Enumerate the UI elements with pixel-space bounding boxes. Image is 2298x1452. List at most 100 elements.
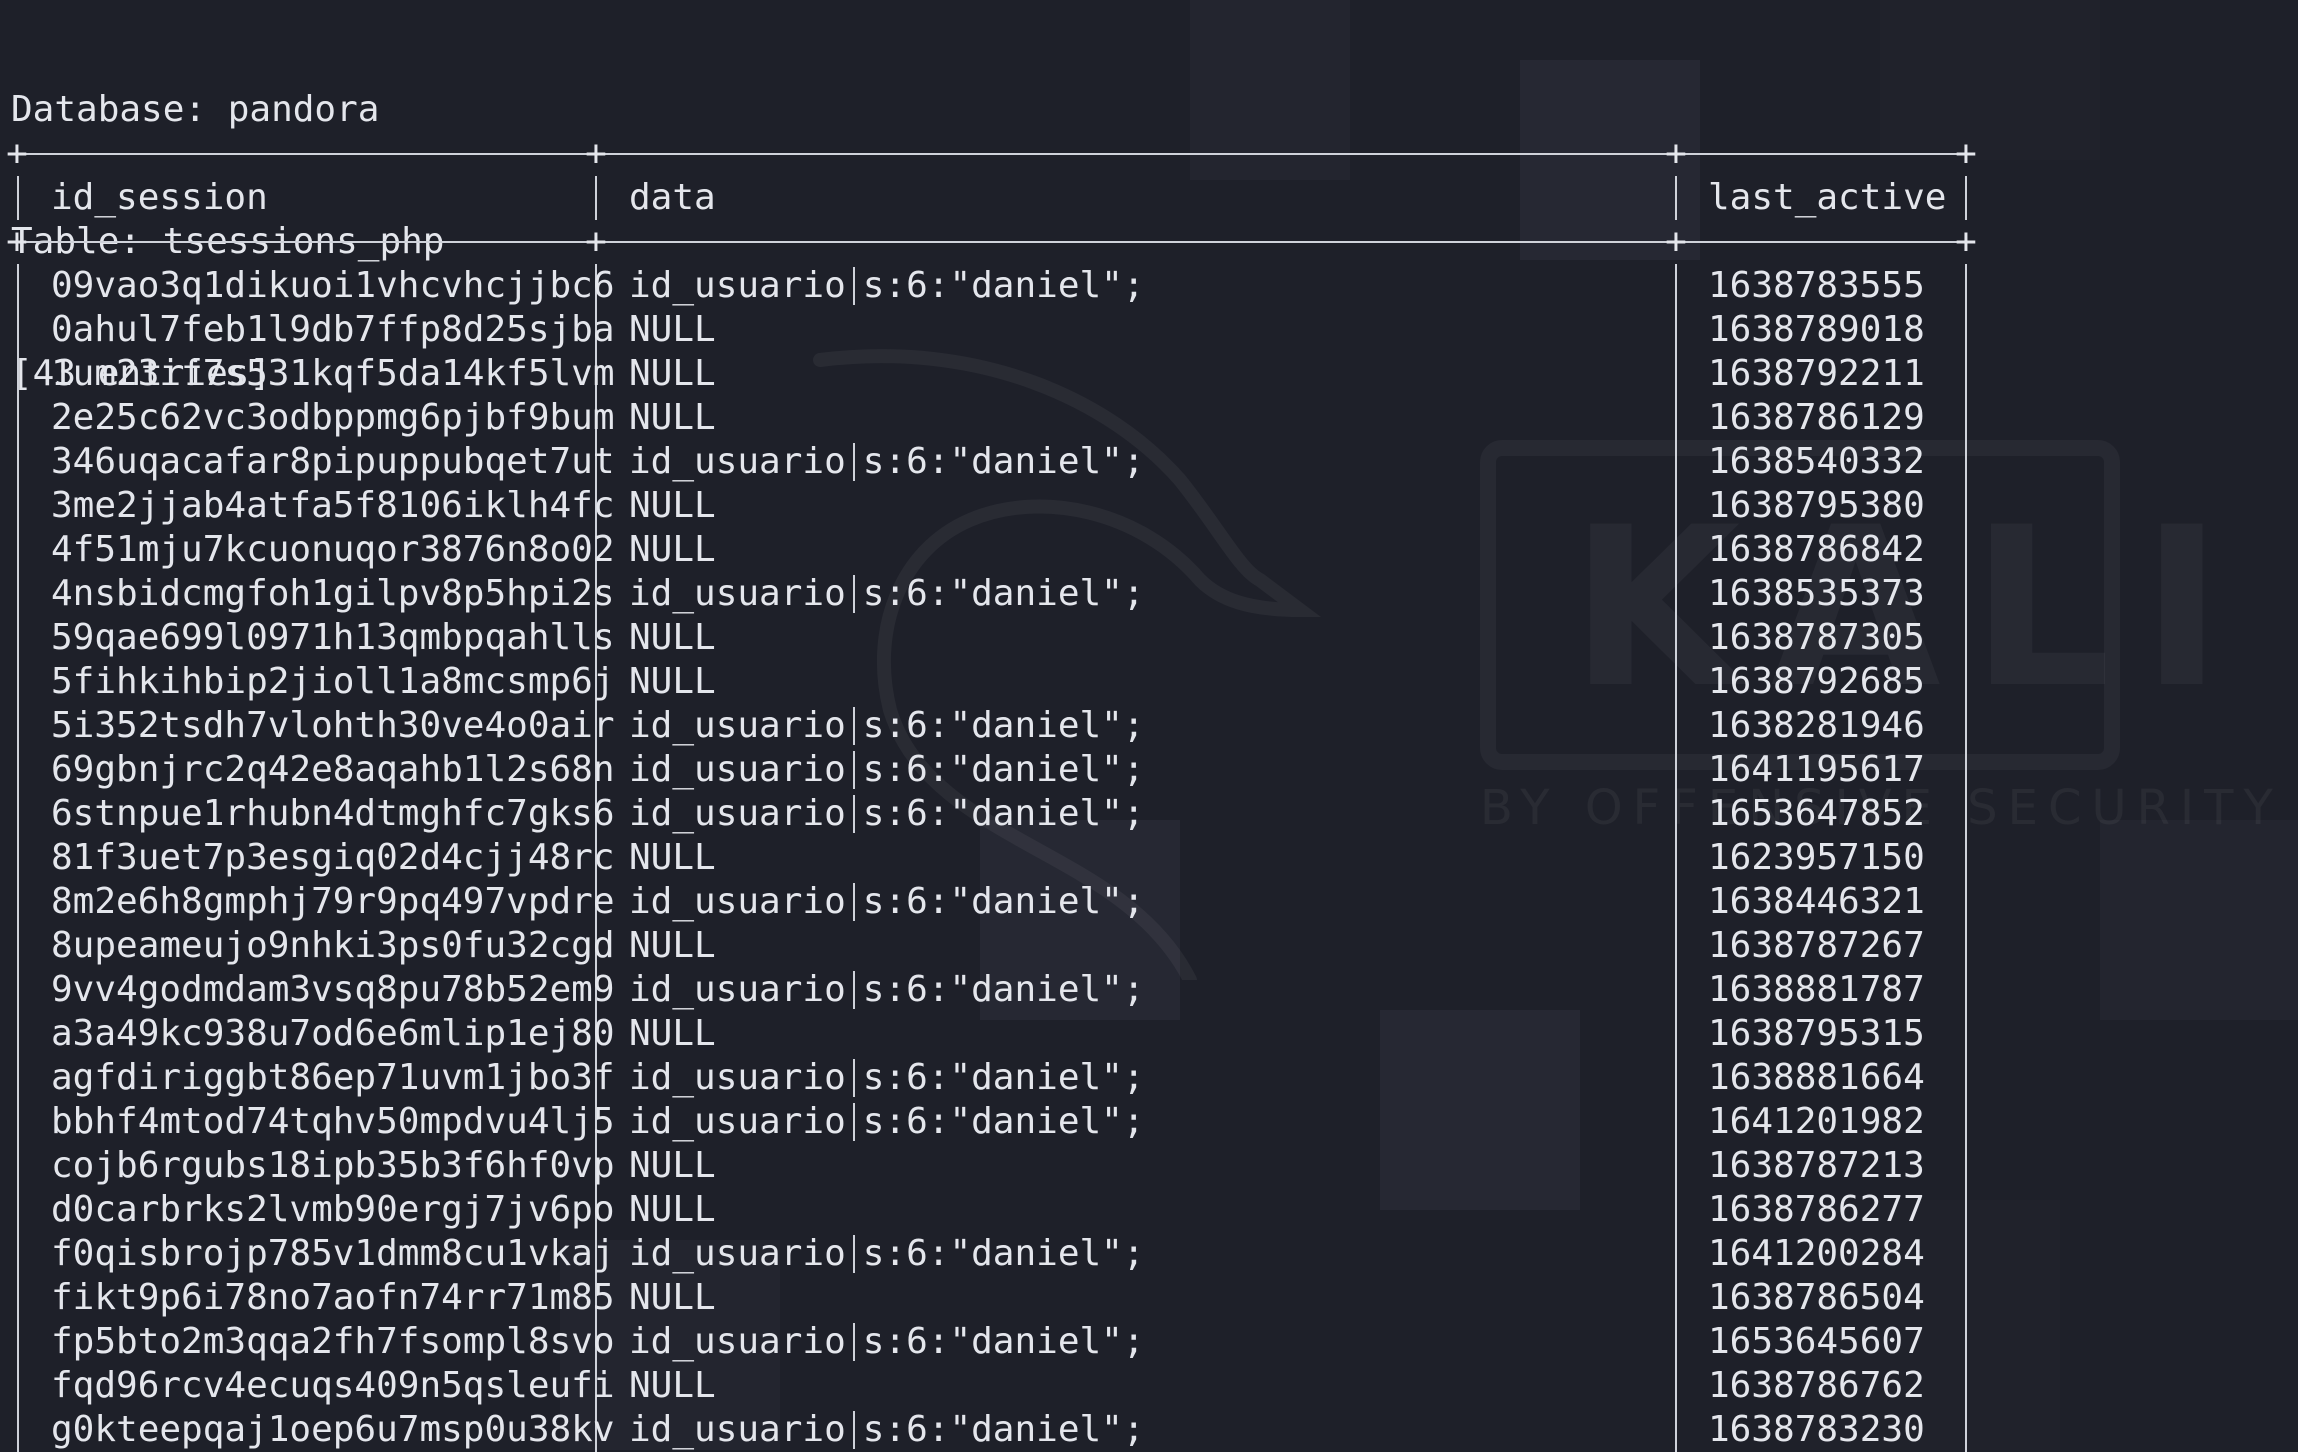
data-value: NULL (629, 485, 716, 526)
data-key: id_usuario (629, 441, 846, 482)
data-value: NULL (629, 1145, 716, 1186)
cell-id-session: 4nsbidcmgfoh1gilpv8p5hpi2s (51, 573, 615, 614)
cell-data: id_usuario s:6:"daniel"; (629, 440, 1145, 484)
cell-data: NULL (629, 484, 716, 528)
cell-data: NULL (629, 660, 716, 704)
cell-id-session: f0qisbrojp785v1dmm8cu1vkaj (51, 1233, 615, 1274)
data-value: s:6:"daniel"; (862, 749, 1145, 790)
data-value: NULL (629, 353, 716, 394)
cell-last-active: 1638786762 (1708, 1365, 1925, 1406)
pipe-separator (852, 883, 855, 921)
data-value: s:6:"daniel"; (862, 1409, 1145, 1450)
cell-data: id_usuario s:6:"daniel"; (629, 1408, 1145, 1452)
cell-last-active: 1641201982 (1708, 1101, 1925, 1142)
cell-data: NULL (629, 1276, 716, 1320)
data-value: s:6:"daniel"; (862, 573, 1145, 614)
pipe-separator (852, 1059, 855, 1097)
cell-last-active: 1653645607 (1708, 1321, 1925, 1362)
data-key: id_usuario (629, 881, 846, 922)
cell-id-session: 8m2e6h8gmphj79r9pq497vpdre (51, 881, 615, 922)
data-value: s:6:"daniel"; (862, 705, 1145, 746)
data-value: NULL (629, 661, 716, 702)
pipe-separator (852, 443, 855, 481)
data-value: NULL (629, 1365, 716, 1406)
data-value: s:6:"daniel"; (862, 1057, 1145, 1098)
pipe-separator (852, 1103, 855, 1141)
cell-last-active: 1638881664 (1708, 1057, 1925, 1098)
data-key: id_usuario (629, 1321, 846, 1362)
data-key: id_usuario (629, 969, 846, 1010)
cell-last-active: 1638792211 (1708, 353, 1925, 394)
data-value: s:6:"daniel"; (862, 969, 1145, 1010)
data-value: NULL (629, 309, 716, 350)
data-key: id_usuario (629, 1233, 846, 1274)
cell-last-active: 1638786842 (1708, 529, 1925, 570)
cell-last-active: 1638881787 (1708, 969, 1925, 1010)
data-key: id_usuario (629, 793, 846, 834)
pipe-separator (852, 707, 855, 745)
cell-data: id_usuario s:6:"daniel"; (629, 264, 1145, 308)
database-line: Database: pandora (11, 89, 380, 130)
cell-id-session: fqd96rcv4ecuqs409n5qsleufi (51, 1365, 615, 1406)
cell-last-active: 1638540332 (1708, 441, 1925, 482)
data-value: NULL (629, 1277, 716, 1318)
cell-id-session: 9vv4godmdam3vsq8pu78b52em9 (51, 969, 615, 1010)
data-value: s:6:"daniel"; (862, 1321, 1145, 1362)
data-value: NULL (629, 1013, 716, 1054)
cell-last-active: 1638281946 (1708, 705, 1925, 746)
data-value: s:6:"daniel"; (862, 265, 1145, 306)
data-key: id_usuario (629, 1101, 846, 1142)
pipe-separator (852, 971, 855, 1009)
data-value: s:6:"daniel"; (862, 793, 1145, 834)
cell-last-active: 1653647852 (1708, 793, 1925, 834)
data-value: NULL (629, 837, 716, 878)
cell-last-active: 1638446321 (1708, 881, 1925, 922)
cell-id-session: g0kteepqaj1oep6u7msp0u38kv (51, 1409, 615, 1450)
cell-id-session: 346uqacafar8pipuppubqet7ut (51, 441, 615, 482)
pipe-separator (852, 1411, 855, 1449)
cell-id-session: fp5bto2m3qqa2fh7fsompl8svo (51, 1321, 615, 1362)
header-data[interactable]: data (629, 176, 716, 220)
data-value: s:6:"daniel"; (862, 1233, 1145, 1274)
cell-last-active: 1641200284 (1708, 1233, 1925, 1274)
cell-data: NULL (629, 1364, 716, 1408)
cell-data: NULL (629, 836, 716, 880)
data-key: id_usuario (629, 1057, 846, 1098)
cell-id-session: 69gbnjrc2q42e8aqahb1l2s68n (51, 749, 615, 790)
data-value: s:6:"daniel"; (862, 881, 1145, 922)
pipe-separator (852, 751, 855, 789)
header-last-active[interactable]: last_active (1708, 176, 1946, 220)
header-id-session[interactable]: id_session (51, 176, 268, 220)
cell-data: NULL (629, 1188, 716, 1232)
data-key: id_usuario (629, 1409, 846, 1450)
cell-last-active: 1638795380 (1708, 485, 1925, 526)
data-value: NULL (629, 925, 716, 966)
background-tile (1380, 1010, 1580, 1210)
background-tile (1880, 0, 2100, 160)
cell-id-session: 3me2jjab4atfa5f8106iklh4fc (51, 485, 615, 526)
cell-data: NULL (629, 352, 716, 396)
cell-last-active: 1638787267 (1708, 925, 1925, 966)
cell-data: id_usuario s:6:"daniel"; (629, 792, 1145, 836)
pipe-separator (852, 795, 855, 833)
cell-last-active: 1638786277 (1708, 1189, 1925, 1230)
data-value: s:6:"daniel"; (862, 1101, 1145, 1142)
cell-id-session: d0carbrks2lvmb90ergj7jv6po (51, 1189, 615, 1230)
cell-id-session: 8upeameujo9nhki3ps0fu32cgd (51, 925, 615, 966)
cell-last-active: 1638786129 (1708, 397, 1925, 438)
data-value: NULL (629, 397, 716, 438)
cell-last-active: 1638783555 (1708, 265, 1925, 306)
cell-id-session: 4f51mju7kcuonuqor3876n8o02 (51, 529, 615, 570)
cell-data: id_usuario s:6:"daniel"; (629, 1320, 1145, 1364)
cell-data: id_usuario s:6:"daniel"; (629, 748, 1145, 792)
cell-id-session: 09vao3q1dikuoi1vhcvhcjjbc6 (51, 265, 615, 306)
data-key: id_usuario (629, 705, 846, 746)
cell-id-session: 5i352tsdh7vlohth30ve4o0air (51, 705, 615, 746)
cell-last-active: 1638783230 (1708, 1409, 1925, 1450)
cell-last-active: 1638795315 (1708, 1013, 1925, 1054)
cell-data: NULL (629, 308, 716, 352)
pipe-separator (852, 267, 855, 305)
cell-id-session: bbhf4mtod74tqhv50mpdvu4lj5 (51, 1101, 615, 1142)
data-value: NULL (629, 529, 716, 570)
data-value: NULL (629, 617, 716, 658)
